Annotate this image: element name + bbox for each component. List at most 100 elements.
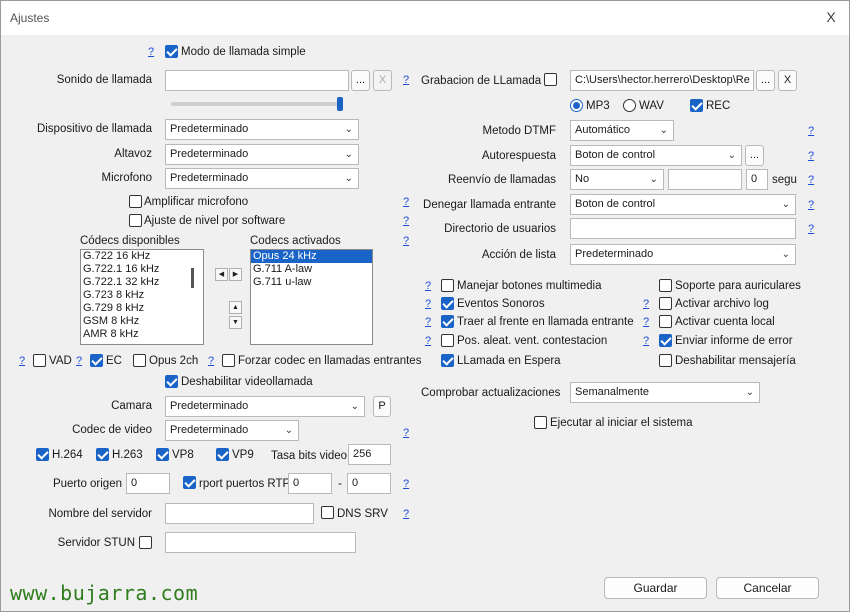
ring-sound-input[interactable]	[165, 70, 349, 91]
local-account-checkbox[interactable]	[659, 315, 672, 328]
help-link-ports[interactable]: ?	[403, 477, 409, 491]
h263-checkbox[interactable]	[96, 448, 109, 461]
available-codec-item[interactable]: G.722 16 kHz	[81, 250, 203, 263]
move-down-button[interactable]: ▼	[229, 316, 242, 329]
help-link-force-codec[interactable]: ?	[208, 354, 214, 368]
help-link-bring-front[interactable]: ?	[425, 315, 431, 329]
bring-front-checkbox[interactable]	[441, 315, 454, 328]
sound-events-checkbox[interactable]	[441, 297, 454, 310]
wav-radio[interactable]	[623, 99, 636, 112]
random-pos-checkbox[interactable]	[441, 334, 454, 347]
list-scrollbar[interactable]	[191, 268, 194, 288]
rtp-port-from-input[interactable]: 0	[288, 473, 332, 494]
active-codec-item[interactable]: G.711 u-law	[251, 276, 372, 289]
active-codec-item[interactable]: Opus 24 kHz	[251, 250, 372, 263]
headset-checkbox[interactable]	[659, 279, 672, 292]
help-link-sound-events[interactable]: ?	[425, 297, 431, 311]
help-link-autoanswer[interactable]: ?	[808, 149, 814, 163]
save-button[interactable]: Guardar	[604, 577, 707, 599]
help-link-vad[interactable]: ?	[19, 354, 25, 368]
help-link-dns[interactable]: ?	[403, 507, 409, 521]
soft-level-checkbox[interactable]	[129, 214, 142, 227]
speaker-select[interactable]: Predeterminado ⌄	[165, 144, 359, 165]
help-link-error-report[interactable]: ?	[643, 334, 649, 348]
help-link-simple-mode[interactable]: ?	[148, 45, 154, 59]
mic-select[interactable]: Predeterminado ⌄	[165, 168, 359, 189]
help-link-amplify[interactable]: ?	[403, 195, 409, 209]
amplify-mic-checkbox[interactable]	[129, 195, 142, 208]
move-right-button[interactable]: ▶	[229, 268, 242, 281]
video-codec-select[interactable]: Predeterminado ⌄	[165, 420, 299, 441]
help-link-dtmf[interactable]: ?	[808, 124, 814, 138]
rtp-ports-checkbox[interactable]	[183, 476, 196, 489]
autoanswer-select[interactable]: Boton de control ⌄	[570, 145, 742, 166]
available-codec-item[interactable]: G.723 8 kHz	[81, 289, 203, 302]
help-link-forward[interactable]: ?	[808, 173, 814, 187]
rtp-port-to-input[interactable]: 0	[347, 473, 391, 494]
help-link-directory[interactable]: ?	[808, 222, 814, 236]
help-link-log[interactable]: ?	[643, 297, 649, 311]
ring-volume-thumb[interactable]	[337, 97, 343, 111]
help-link-ec[interactable]: ?	[76, 354, 82, 368]
bitrate-input[interactable]: 256	[348, 444, 391, 465]
available-codec-item[interactable]: G.729 8 kHz	[81, 302, 203, 315]
vp9-checkbox[interactable]	[216, 448, 229, 461]
dns-srv-checkbox[interactable]	[321, 506, 334, 519]
source-port-input[interactable]: 0	[126, 473, 170, 494]
help-link-local-account[interactable]: ?	[643, 315, 649, 329]
camera-preview-button[interactable]: P	[373, 396, 391, 417]
available-codec-item[interactable]: G.722.1 32 kHz	[81, 276, 203, 289]
forward-select[interactable]: No ⌄	[570, 169, 664, 190]
simple-mode-checkbox[interactable]	[165, 45, 178, 58]
help-link-video-codec[interactable]: ?	[403, 426, 409, 440]
vp8-checkbox[interactable]	[156, 448, 169, 461]
mp3-radio[interactable]	[570, 99, 583, 112]
device-select[interactable]: Predeterminado ⌄	[165, 119, 359, 140]
available-codecs-list[interactable]: G.722 16 kHz G.722.1 16 kHz G.722.1 32 kHz…	[80, 249, 204, 345]
rec-checkbox[interactable]	[690, 99, 703, 112]
opus2ch-checkbox[interactable]	[133, 354, 146, 367]
move-left-button[interactable]: ◀	[215, 268, 228, 281]
log-checkbox[interactable]	[659, 297, 672, 310]
recording-checkbox[interactable]	[544, 73, 557, 86]
disable-video-checkbox[interactable]	[165, 375, 178, 388]
h264-checkbox[interactable]	[36, 448, 49, 461]
ring-volume-slider[interactable]	[171, 102, 343, 106]
force-codec-checkbox[interactable]	[222, 354, 235, 367]
recording-clear-button[interactable]: X	[778, 70, 797, 91]
ring-clear-button[interactable]: X	[373, 70, 392, 91]
updates-select[interactable]: Semanalmente ⌄	[570, 382, 760, 403]
help-link-codecs[interactable]: ?	[403, 234, 409, 248]
list-action-select[interactable]: Predeterminado ⌄	[570, 244, 796, 265]
startup-checkbox[interactable]	[534, 416, 547, 429]
server-name-input[interactable]	[165, 503, 314, 524]
move-up-button[interactable]: ▲	[229, 301, 242, 314]
ec-checkbox[interactable]	[90, 354, 103, 367]
available-codec-item[interactable]: G.722.1 16 kHz	[81, 263, 203, 276]
available-codec-item[interactable]: AMR 8 kHz	[81, 328, 203, 341]
cancel-button[interactable]: Cancelar	[716, 577, 819, 599]
vad-checkbox[interactable]	[33, 354, 46, 367]
dtmf-select[interactable]: Automático ⌄	[570, 120, 674, 141]
call-waiting-checkbox[interactable]	[441, 354, 454, 367]
help-link-media-buttons[interactable]: ?	[425, 279, 431, 293]
error-report-checkbox[interactable]	[659, 334, 672, 347]
deny-select[interactable]: Boton de control ⌄	[570, 194, 796, 215]
camera-select[interactable]: Predeterminado ⌄	[165, 396, 365, 417]
forward-seconds-input[interactable]: 0	[746, 169, 768, 190]
help-link-deny[interactable]: ?	[808, 198, 814, 212]
active-codecs-list[interactable]: Opus 24 kHz G.711 A-law G.711 u-law	[250, 249, 373, 345]
disable-messaging-checkbox[interactable]	[659, 354, 672, 367]
directory-input[interactable]	[570, 218, 796, 239]
help-link-ring[interactable]: ?	[403, 73, 409, 87]
forward-number-input[interactable]	[668, 169, 742, 190]
available-codec-item[interactable]: GSM 8 kHz	[81, 315, 203, 328]
help-link-random-pos[interactable]: ?	[425, 334, 431, 348]
stun-input[interactable]	[165, 532, 356, 553]
recording-path-input[interactable]: C:\Users\hector.herrero\Desktop\Re	[570, 70, 754, 91]
close-icon[interactable]: X	[823, 9, 839, 25]
media-buttons-checkbox[interactable]	[441, 279, 454, 292]
autoanswer-options-button[interactable]: ...	[745, 145, 764, 166]
active-codec-item[interactable]: G.711 A-law	[251, 263, 372, 276]
recording-browse-button[interactable]: ...	[756, 70, 775, 91]
